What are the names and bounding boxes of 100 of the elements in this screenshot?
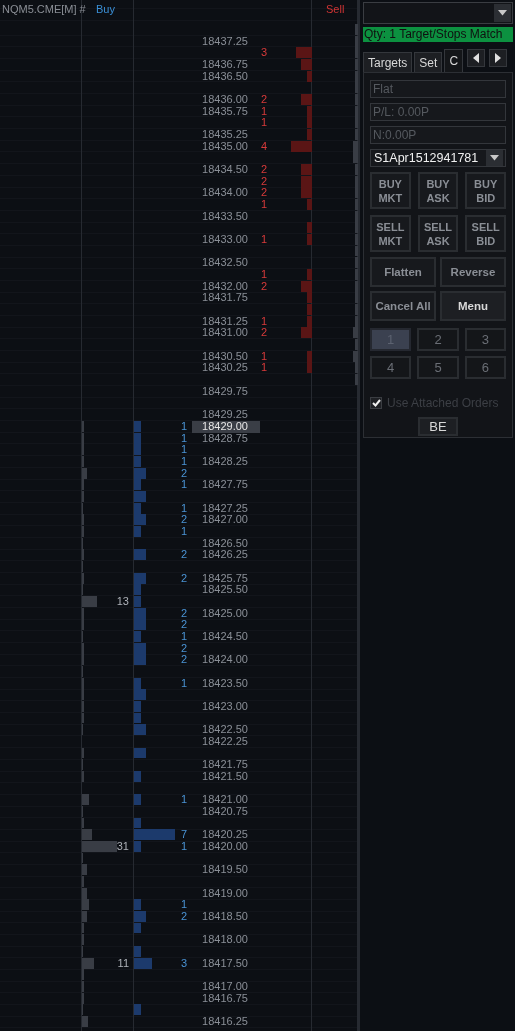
quantity-button[interactable]: 2: [417, 328, 459, 351]
order-button[interactable]: SELL BID: [465, 215, 506, 252]
price-label[interactable]: 18432.00: [192, 280, 260, 293]
price-label[interactable]: 18423.00: [192, 700, 260, 713]
bid-bar: [134, 747, 146, 759]
action-button[interactable]: Menu: [440, 291, 506, 321]
price-label[interactable]: 18416.25: [192, 1016, 260, 1029]
price-label[interactable]: 18420.75: [192, 806, 260, 818]
price-label[interactable]: 18416.75: [192, 992, 260, 1005]
price-label[interactable]: 18430.25: [192, 362, 260, 375]
quantity-button[interactable]: 4: [370, 356, 412, 379]
price-label[interactable]: 18422.25: [192, 736, 260, 748]
dropdown-caret-icon: [498, 10, 507, 16]
scroll-left-button[interactable]: [467, 49, 486, 67]
price-label[interactable]: 18424.00: [192, 654, 260, 667]
price-label[interactable]: 18428.75: [192, 432, 260, 445]
panel-tab[interactable]: C: [444, 49, 464, 72]
price-label[interactable]: 18426.50: [192, 537, 260, 550]
price-label[interactable]: 18431.75: [192, 292, 260, 305]
price-label[interactable]: 18419.00: [192, 887, 260, 900]
breakeven-button[interactable]: BE: [418, 417, 458, 436]
right-arrow-icon: [495, 53, 502, 63]
order-button[interactable]: BUY ASK: [417, 172, 459, 209]
bid-bar: [134, 549, 146, 561]
price-label[interactable]: 18436.00: [192, 94, 260, 107]
ask-size: 1: [260, 234, 268, 246]
bid-size: 1: [180, 444, 188, 456]
ask-size: 1: [260, 117, 268, 129]
account-dropdown[interactable]: S1Apr1512941781: [370, 149, 506, 167]
price-label[interactable]: 18420.25: [192, 829, 260, 842]
price-label[interactable]: 18431.00: [192, 327, 260, 340]
price-label[interactable]: 18437.25: [192, 35, 260, 48]
price-label[interactable]: 18418.00: [192, 934, 260, 947]
price-label[interactable]: 18427.75: [192, 479, 260, 492]
bid-size: 2: [180, 642, 188, 654]
bid-size: 2: [180, 514, 188, 526]
order-button[interactable]: SELL MKT: [370, 215, 411, 252]
price-label[interactable]: 18425.00: [192, 607, 260, 620]
action-button[interactable]: Cancel All: [370, 291, 436, 321]
panel-tab[interactable]: Targets: [363, 52, 413, 72]
status-bar: Qty: 1 Target/Stops Match: [363, 27, 513, 42]
action-button[interactable]: Flatten: [370, 257, 436, 287]
price-label[interactable]: 18427.00: [192, 514, 260, 527]
ask-bar: [301, 164, 312, 176]
ask-bar: [301, 175, 312, 187]
price-label[interactable]: 18436.50: [192, 70, 260, 83]
price-label[interactable]: 18433.50: [192, 210, 260, 223]
price-label[interactable]: 18429.25: [192, 409, 260, 422]
bid-bar: [134, 654, 146, 666]
price-label[interactable]: 18423.50: [192, 677, 260, 690]
price-label[interactable]: 18435.75: [192, 105, 260, 118]
ask-size: 3: [260, 47, 268, 59]
quantity-button[interactable]: 5: [417, 356, 459, 379]
price-label[interactable]: 18431.25: [192, 315, 260, 328]
volume-count: 31: [116, 841, 130, 853]
price-label[interactable]: 18427.25: [192, 502, 260, 515]
order-button[interactable]: BUY MKT: [370, 172, 411, 209]
price-label[interactable]: 18429.00: [192, 420, 260, 433]
price-label[interactable]: 18433.00: [192, 234, 260, 247]
bid-bar: [134, 771, 141, 782]
price-label[interactable]: 18422.50: [192, 724, 260, 737]
ask-size: 2: [260, 164, 268, 176]
action-button[interactable]: Reverse: [440, 257, 506, 287]
ask-size: 1: [260, 362, 268, 374]
price-label[interactable]: 18434.50: [192, 164, 260, 177]
quantity-button[interactable]: 3: [464, 328, 506, 351]
bid-size: 2: [180, 654, 188, 666]
price-label[interactable]: 18435.25: [192, 129, 260, 142]
price-label[interactable]: 18418.50: [192, 911, 260, 924]
bid-size: 1: [180, 525, 188, 537]
price-label[interactable]: 18425.50: [192, 584, 260, 597]
bid-size: 1: [180, 841, 188, 853]
order-button[interactable]: SELL ASK: [417, 215, 459, 252]
panel-tab[interactable]: Set: [414, 52, 443, 72]
price-label[interactable]: 18421.00: [192, 794, 260, 807]
price-label[interactable]: 18417.00: [192, 981, 260, 994]
quantity-button[interactable]: 6: [464, 356, 506, 379]
ask-size: 1: [260, 315, 268, 327]
price-label[interactable]: 18424.50: [192, 630, 260, 643]
price-label[interactable]: 18421.50: [192, 771, 260, 783]
price-label[interactable]: 18436.75: [192, 59, 260, 71]
price-label[interactable]: 18432.50: [192, 257, 260, 270]
bid-size: 1: [180, 432, 188, 444]
price-label[interactable]: 18435.00: [192, 140, 260, 153]
price-label[interactable]: 18429.75: [192, 385, 260, 398]
bid-size: 2: [180, 607, 188, 619]
price-label[interactable]: 18419.50: [192, 864, 260, 877]
ask-size: 1: [260, 350, 268, 362]
scroll-right-button[interactable]: [489, 49, 508, 67]
ask-size: 2: [260, 175, 268, 187]
price-label[interactable]: 18420.00: [192, 841, 260, 854]
bid-size: 2: [180, 619, 188, 631]
price-label[interactable]: 18426.25: [192, 549, 260, 562]
price-label[interactable]: 18421.75: [192, 759, 260, 772]
order-button[interactable]: BUY BID: [465, 172, 506, 209]
price-label[interactable]: 18428.25: [192, 455, 260, 468]
price-label[interactable]: 18430.50: [192, 350, 260, 363]
price-label[interactable]: 18425.75: [192, 572, 260, 585]
price-label[interactable]: 18417.50: [192, 957, 260, 970]
price-label[interactable]: 18434.00: [192, 187, 260, 200]
